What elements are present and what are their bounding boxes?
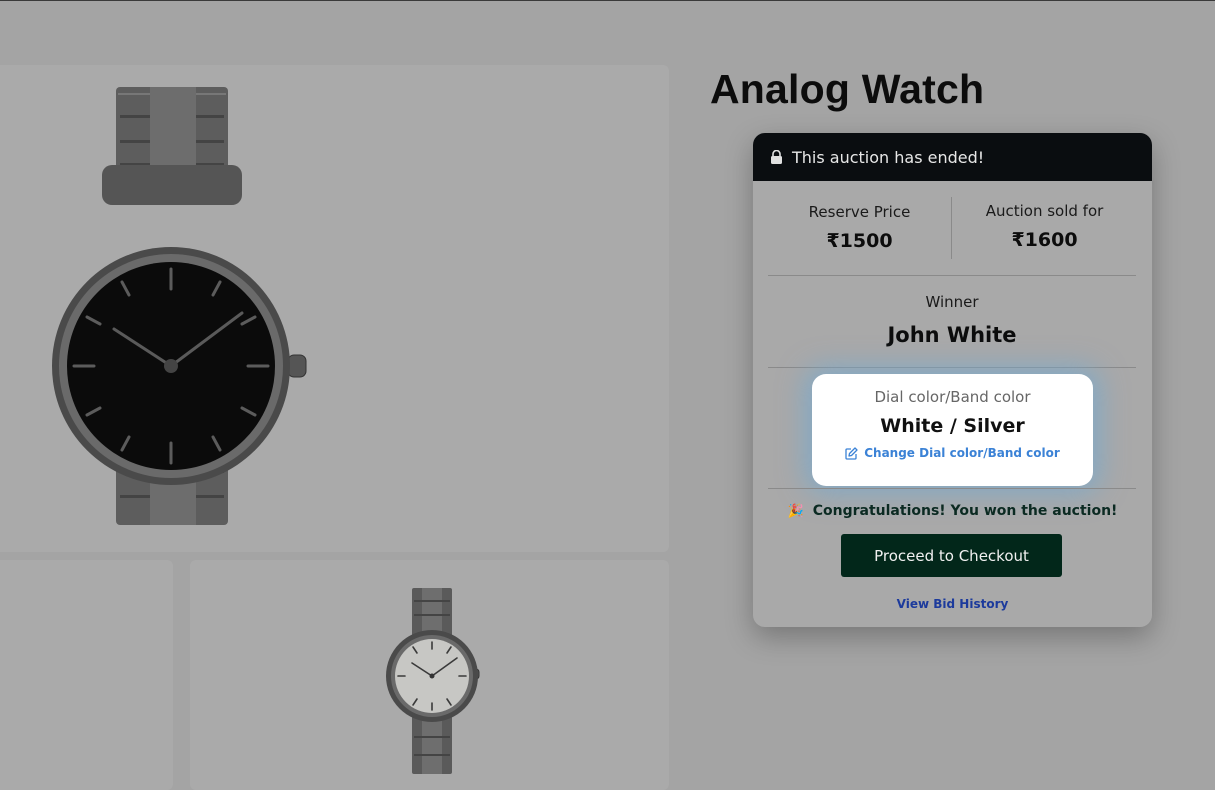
proceed-to-checkout-button[interactable]: Proceed to Checkout	[841, 534, 1062, 577]
sold-price-value: ₹1600	[1011, 229, 1078, 251]
reserve-price-value: ₹1500	[826, 230, 893, 252]
thumbnail-watch-white-dial[interactable]	[190, 560, 669, 790]
change-dial-band-text: Change Dial color/Band color	[864, 446, 1060, 460]
top-border	[0, 0, 1215, 1]
lock-icon	[771, 150, 782, 164]
view-bid-history-link[interactable]: View Bid History	[753, 597, 1152, 611]
edit-icon	[845, 446, 858, 460]
winner-label: Winner	[925, 293, 979, 311]
price-divider	[951, 197, 952, 259]
dial-band-label: Dial color/Band color	[874, 388, 1031, 406]
divider	[768, 275, 1136, 276]
reserve-price-label: Reserve Price	[808, 203, 911, 221]
price-summary: Reserve Price ₹1500 Auction sold for ₹16…	[768, 193, 1136, 275]
divider	[768, 367, 1136, 368]
sold-price-label: Auction sold for	[985, 202, 1104, 220]
auction-status-header: This auction has ended!	[753, 133, 1152, 181]
dial-band-value: White / Silver	[880, 415, 1025, 437]
reserve-price: Reserve Price ₹1500	[768, 193, 951, 252]
change-dial-band-link[interactable]: Change Dial color/Band color	[845, 446, 1060, 460]
product-title: Analog Watch	[710, 66, 985, 112]
party-popper-icon: 🎉	[787, 504, 804, 519]
watch-image-white-dial	[386, 588, 480, 774]
sold-price: Auction sold for ₹1600	[953, 193, 1136, 251]
winner-section: Winner John White	[768, 293, 1136, 347]
watch-image-black-dial	[52, 87, 307, 525]
dial-band-color-highlight: Dial color/Band color White / Silver Cha…	[812, 374, 1093, 486]
auction-status-text: This auction has ended!	[792, 147, 985, 167]
congratulations-message: 🎉 Congratulations! You won the auction!	[753, 503, 1152, 519]
winner-name: John White	[887, 323, 1017, 347]
auction-card: This auction has ended! Reserve Price ₹1…	[753, 133, 1152, 627]
divider	[768, 488, 1136, 489]
thumbnail-slot[interactable]	[0, 560, 173, 790]
main-product-image	[0, 65, 669, 552]
congratulations-text: Congratulations! You won the auction!	[812, 503, 1118, 519]
